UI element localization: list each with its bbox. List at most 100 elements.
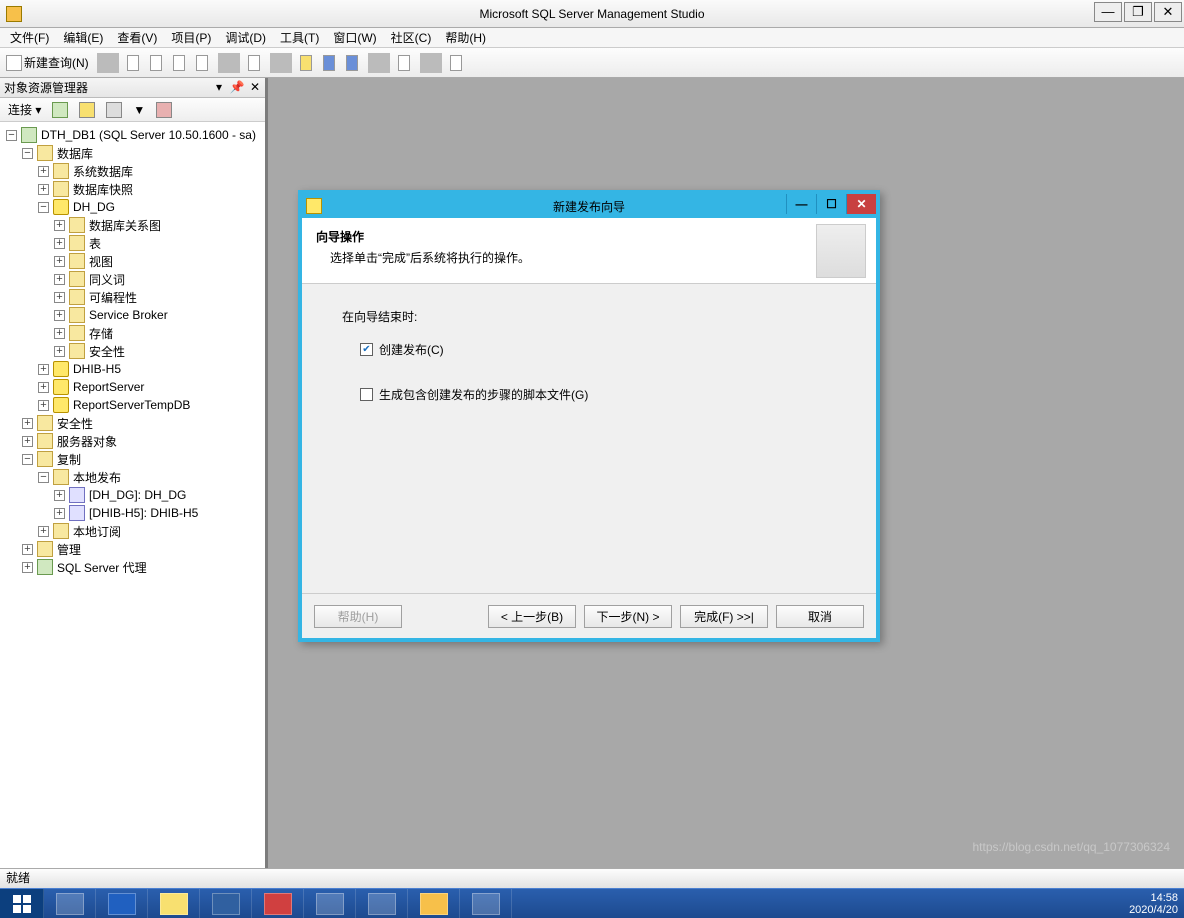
menu-community[interactable]: 社区(C) (385, 28, 438, 47)
separator (218, 53, 240, 73)
tree-localsub[interactable]: +本地订阅 (4, 522, 265, 540)
panel-tb-1[interactable] (48, 100, 72, 120)
tree-db-security[interactable]: +安全性 (4, 342, 265, 360)
toolbar-icon-5[interactable] (244, 52, 266, 74)
toolbar-icon-3[interactable] (169, 52, 191, 74)
toolbar-icon-2[interactable] (146, 52, 168, 74)
panel-tb-3[interactable] (102, 100, 126, 120)
tree-db-dhdg[interactable]: −DH_DG (4, 198, 265, 216)
toolbar-saveall-icon[interactable] (342, 52, 364, 74)
paint-icon (472, 893, 500, 915)
tree-replication[interactable]: −复制 (4, 450, 265, 468)
taskbar-item-4[interactable] (200, 889, 252, 918)
tree-db-reportserver[interactable]: +ReportServer (4, 378, 265, 396)
watermark: https://blog.csdn.net/qq_1077306324 (973, 840, 1171, 854)
panel-tb-2[interactable] (75, 100, 99, 120)
taskbar-item-2[interactable] (96, 889, 148, 918)
panel-close-icon[interactable]: ✕ (247, 81, 263, 95)
panel-tb-filter[interactable]: ▼ (129, 100, 149, 120)
panel-header: 对象资源管理器 ▾ 📌 ✕ (0, 78, 265, 98)
toolbar-open-icon[interactable] (296, 52, 318, 74)
tree-dbdiag[interactable]: +数据库关系图 (4, 216, 265, 234)
tree-storage[interactable]: +存储 (4, 324, 265, 342)
dialog-body-label: 在向导结束时: (342, 308, 836, 325)
panel-pin-icon[interactable]: 📌 (229, 81, 245, 95)
object-explorer-panel: 对象资源管理器 ▾ 📌 ✕ 连接 ▾ ▼ −DTH_DB1 (SQL Serve… (0, 78, 268, 868)
menu-project[interactable]: 项目(P) (165, 28, 217, 47)
next-button[interactable]: 下一步(N) > (584, 605, 672, 628)
taskbar-item-8[interactable] (408, 889, 460, 918)
create-publication-row: 创建发布(C) (342, 341, 836, 358)
tree-programmability[interactable]: +可编程性 (4, 288, 265, 306)
toolbar-icon-10[interactable] (446, 52, 468, 74)
menu-tools[interactable]: 工具(T) (274, 28, 325, 47)
tree-agent[interactable]: +SQL Server 代理 (4, 558, 265, 576)
tree-servicebroker[interactable]: +Service Broker (4, 306, 265, 324)
separator (270, 53, 292, 73)
taskbar-item-7[interactable] (356, 889, 408, 918)
toolbar-save-icon[interactable] (319, 52, 341, 74)
cancel-button[interactable]: 取消 (776, 605, 864, 628)
folder-icon (69, 343, 85, 359)
tree-db-reportservertemp[interactable]: +ReportServerTempDB (4, 396, 265, 414)
tree-tables[interactable]: +表 (4, 234, 265, 252)
taskbar-item-5[interactable] (252, 889, 304, 918)
tree-databases[interactable]: −数据库 (4, 144, 265, 162)
tree-serverobjects[interactable]: +服务器对象 (4, 432, 265, 450)
create-publication-checkbox[interactable] (360, 343, 373, 356)
dialog-minimize-button[interactable]: — (786, 194, 816, 214)
folder-icon (37, 415, 53, 431)
finish-button[interactable]: 完成(F) >>| (680, 605, 768, 628)
generate-script-label: 生成包含创建发布的步骤的脚本文件(G) (379, 386, 588, 403)
maximize-button[interactable]: ❐ (1124, 2, 1152, 22)
close-button[interactable]: ✕ (1154, 2, 1182, 22)
connect-button[interactable]: 连接 ▾ (4, 100, 45, 120)
taskbar-item-6[interactable] (304, 889, 356, 918)
tree-sysdb[interactable]: +系统数据库 (4, 162, 265, 180)
tree-security[interactable]: +安全性 (4, 414, 265, 432)
tree-management[interactable]: +管理 (4, 540, 265, 558)
server-manager-icon (56, 893, 84, 915)
toolbar-icon-4[interactable] (192, 52, 214, 74)
panel-dropdown-icon[interactable]: ▾ (211, 81, 227, 95)
menu-file[interactable]: 文件(F) (4, 28, 55, 47)
start-button[interactable] (0, 889, 44, 918)
tree-views[interactable]: +视图 (4, 252, 265, 270)
back-button[interactable]: < 上一步(B) (488, 605, 576, 628)
dialog-maximize-button[interactable]: ☐ (816, 194, 846, 214)
new-query-button[interactable]: 新建查询(N) (2, 52, 93, 74)
taskbar-item-9[interactable] (460, 889, 512, 918)
dialog-close-button[interactable]: ✕ (846, 194, 876, 214)
menu-view[interactable]: 查看(V) (111, 28, 163, 47)
ssms-taskbar-icon (420, 893, 448, 915)
app-icon-2 (264, 893, 292, 915)
dialog-titlebar[interactable]: 新建发布向导 — ☐ ✕ (302, 194, 876, 218)
tree-db-dhib[interactable]: +DHIB-H5 (4, 360, 265, 378)
minimize-button[interactable]: — (1094, 2, 1122, 22)
menu-debug[interactable]: 调试(D) (219, 28, 272, 47)
panel-tb-5[interactable] (152, 100, 176, 120)
tree-pub2[interactable]: +[DHIB-H5]: DHIB-H5 (4, 504, 265, 522)
menu-edit[interactable]: 编辑(E) (57, 28, 109, 47)
help-button[interactable]: 帮助(H) (314, 605, 402, 628)
menu-help[interactable]: 帮助(H) (439, 28, 492, 47)
database-icon (53, 397, 69, 413)
tree-server-root[interactable]: −DTH_DB1 (SQL Server 10.50.1600 - sa) (4, 126, 265, 144)
toolbar-icon-1[interactable] (123, 52, 145, 74)
app-icon-3 (316, 893, 344, 915)
work-area: 新建发布向导 — ☐ ✕ 向导操作 选择单击“完成”后系统将执行的操作。 在向导… (268, 78, 1184, 868)
tree-dbsnap[interactable]: +数据库快照 (4, 180, 265, 198)
toolbar-icon-9[interactable] (394, 52, 416, 74)
taskbar-item-1[interactable] (44, 889, 96, 918)
dialog-header-title: 向导操作 (316, 228, 862, 245)
tree-pub1[interactable]: +[DH_DG]: DH_DG (4, 486, 265, 504)
clock[interactable]: 14:58 2020/4/20 (1129, 892, 1178, 916)
tree-synonyms[interactable]: +同义词 (4, 270, 265, 288)
menubar: 文件(F) 编辑(E) 查看(V) 项目(P) 调试(D) 工具(T) 窗口(W… (0, 28, 1184, 48)
generate-script-checkbox[interactable] (360, 388, 373, 401)
menu-window[interactable]: 窗口(W) (327, 28, 382, 47)
folder-icon (37, 145, 53, 161)
separator (368, 53, 390, 73)
tree-localpub[interactable]: −本地发布 (4, 468, 265, 486)
taskbar-item-3[interactable] (148, 889, 200, 918)
